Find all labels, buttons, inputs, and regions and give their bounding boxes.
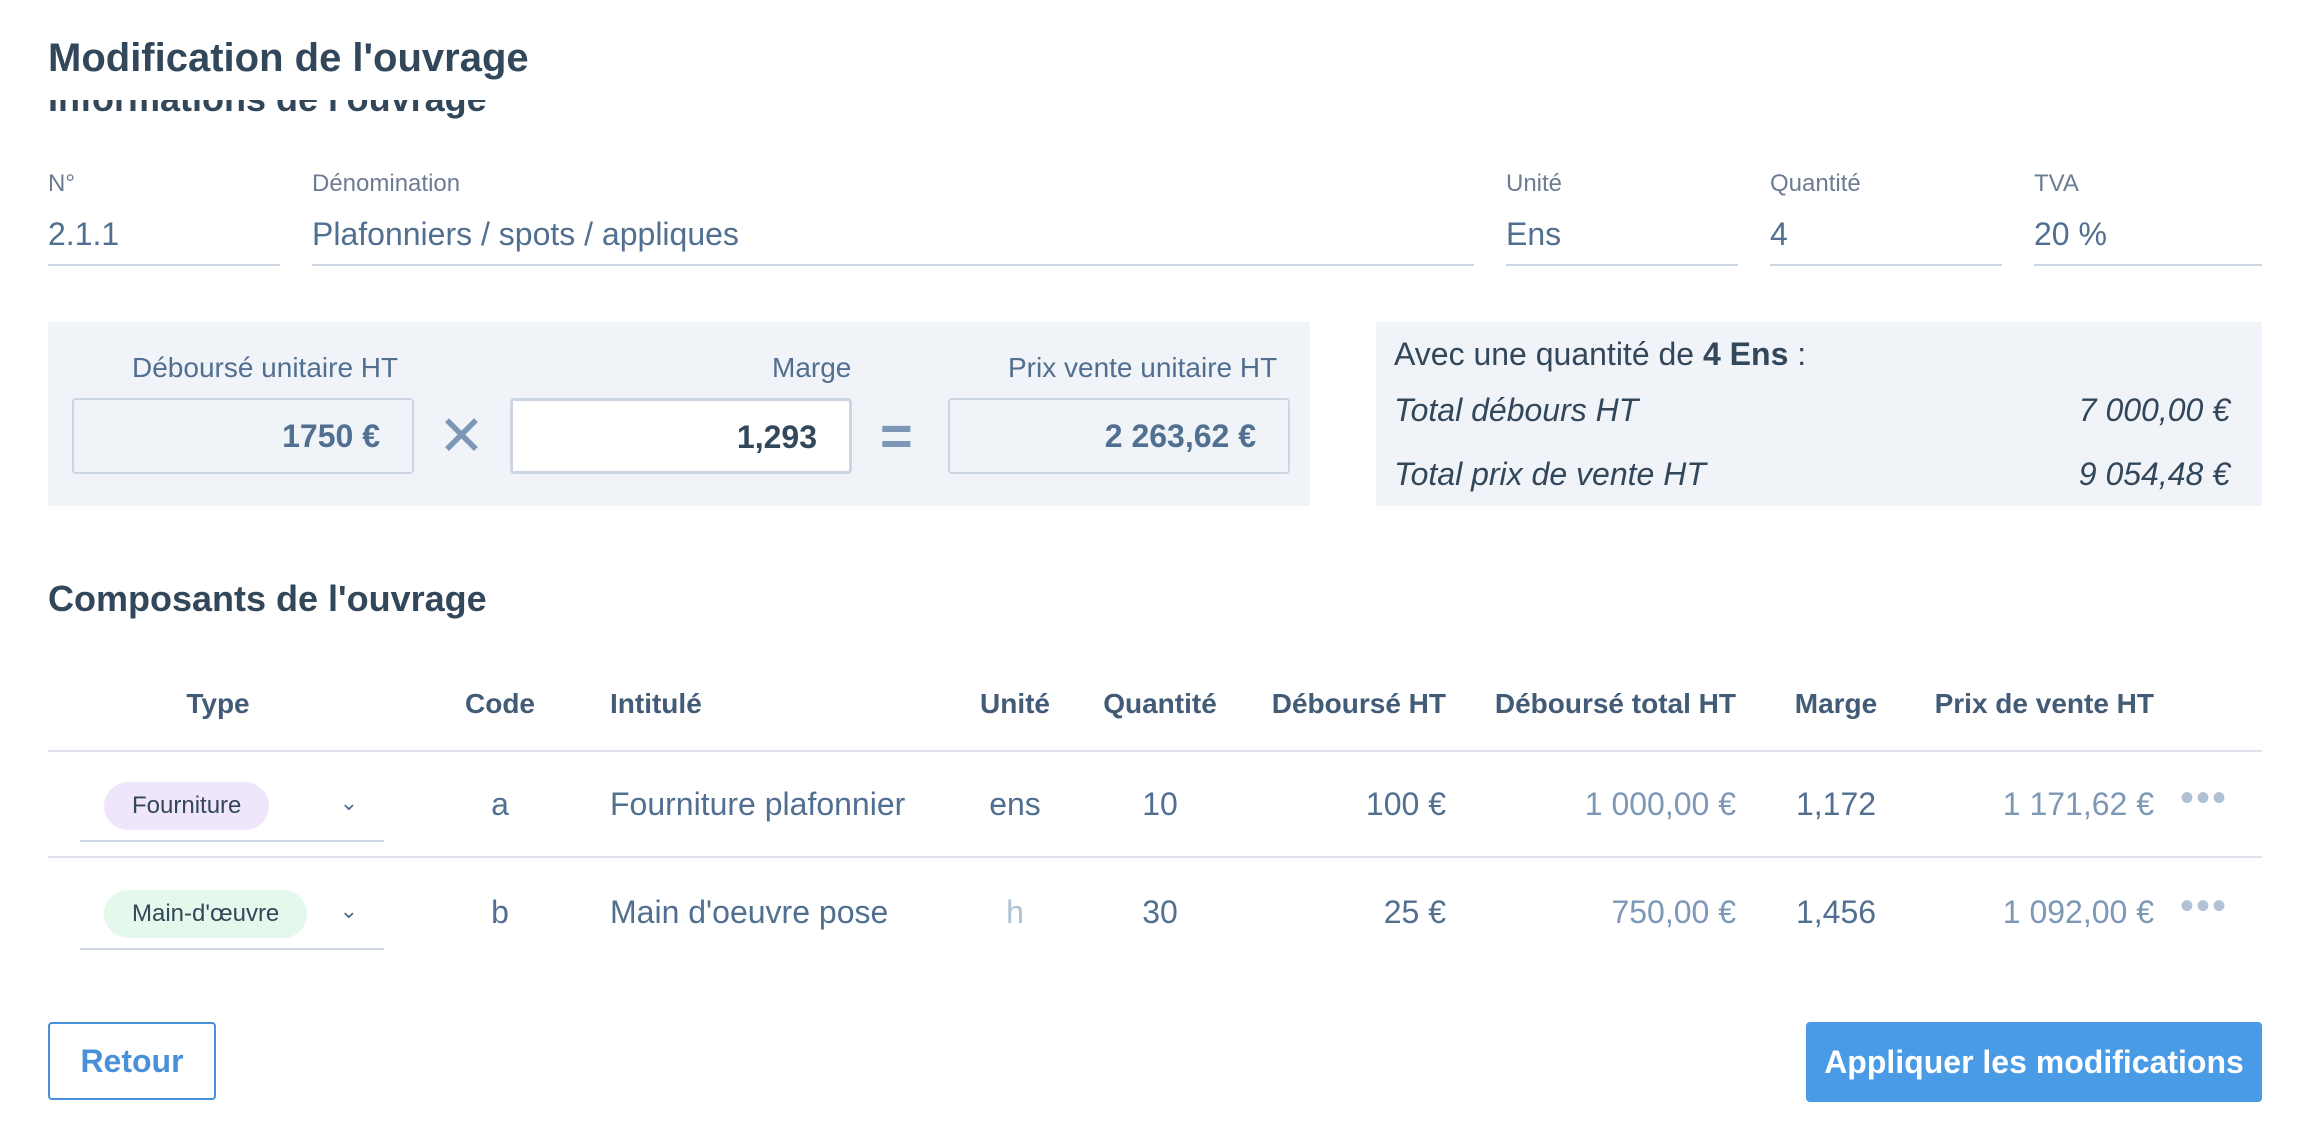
col-header-quantite: Quantité xyxy=(1090,688,1230,720)
col-header-prix-text: Prix de vente HT xyxy=(1934,688,2154,719)
row-divider xyxy=(48,856,2262,858)
type-badge-main-oeuvre: Main-d'œuvre xyxy=(104,890,308,938)
chevron-down-icon: ⌄ xyxy=(339,898,358,923)
section-title-components: Composants de l'ouvrage xyxy=(48,578,487,619)
back-button[interactable]: Retour xyxy=(48,1022,216,1100)
cell-code: a xyxy=(491,786,509,822)
quantity-summary: Avec une quantité de 4 Ens : Total débou… xyxy=(1376,322,2262,506)
qty-input[interactable]: 4 xyxy=(1770,214,2002,266)
col-header-marge: Marge xyxy=(1770,688,1902,720)
tva-select[interactable]: 20 % xyxy=(2034,214,2262,266)
total-debours-value: 7 000,00 € xyxy=(2078,392,2230,428)
col-header-debourse: Déboursé HT xyxy=(1240,688,1446,720)
total-prix-row: Total prix de vente HT 9 054,48 € xyxy=(1394,456,2230,493)
col-header-quantite-text: Quantité xyxy=(1103,688,1217,719)
modal-body[interactable]: Informations de l'ouvrage N° 2.1.1 Dénom… xyxy=(0,100,2298,1000)
cell-prix: 1 092,00 € xyxy=(2002,894,2154,930)
section-title-info: Informations de l'ouvrage xyxy=(48,100,487,120)
denom-input[interactable]: Plafonniers / spots / appliques xyxy=(312,214,1474,266)
cell-intitule[interactable]: Fourniture plafonnier xyxy=(610,786,905,823)
qty-label: Quantité xyxy=(1770,170,1861,197)
col-header-unite: Unité xyxy=(960,688,1070,720)
summary-intro: Avec une quantité de 4 Ens : xyxy=(1394,336,1806,373)
denom-field[interactable]: Dénomination Plafonniers / spots / appli… xyxy=(312,170,1474,270)
cell-quantite[interactable]: 10 xyxy=(1090,786,1230,823)
col-header-debourse-total-text: Déboursé total HT xyxy=(1494,688,1736,719)
total-debours-row: Total débours HT 7 000,00 € xyxy=(1394,392,2230,429)
tva-field[interactable]: TVA 20 % xyxy=(2034,170,2262,270)
cell-code: b xyxy=(491,894,509,930)
apply-changes-button[interactable]: Appliquer les modifications xyxy=(1806,1022,2262,1102)
col-header-unite-text: Unité xyxy=(980,688,1050,719)
cell-debourse[interactable]: 100 € xyxy=(1240,786,1446,823)
num-field[interactable]: N° 2.1.1 xyxy=(48,170,280,270)
tva-label: TVA xyxy=(2034,170,2079,197)
col-header-intitule: Intitulé xyxy=(610,688,702,719)
unit-field[interactable]: Unité Ens xyxy=(1506,170,1738,270)
col-header-debourse-total: Déboursé total HT xyxy=(1460,688,1736,720)
summary-intro-suffix: : xyxy=(1797,336,1807,372)
price-calculator: Déboursé unitaire HT 1750 € ✕ Marge 1,29… xyxy=(48,322,1310,506)
cell-marge[interactable]: 1,172 xyxy=(1770,786,1902,823)
multiply-icon: ✕ xyxy=(438,404,485,467)
more-options-icon[interactable]: ••• xyxy=(2180,778,2228,818)
col-header-code: Code xyxy=(440,688,560,720)
type-select[interactable]: Fourniture ⌄ xyxy=(80,776,384,842)
cell-prix: 1 171,62 € xyxy=(2002,786,2154,822)
prix-input: 2 263,62 € xyxy=(948,398,1290,474)
col-header-marge-text: Marge xyxy=(1794,688,1878,719)
cell-debourse-total: 750,00 € xyxy=(1611,894,1736,930)
debourse-input: 1750 € xyxy=(72,398,414,474)
marge-input[interactable]: 1,293 xyxy=(510,398,852,474)
denom-label: Dénomination xyxy=(312,170,461,197)
debourse-label: Déboursé unitaire HT xyxy=(132,352,399,383)
total-prix-value: 9 054,48 € xyxy=(2078,456,2230,492)
col-header-type-text: Type xyxy=(186,688,250,719)
table-divider xyxy=(48,750,2262,752)
total-debours-label: Total débours HT xyxy=(1394,392,1639,428)
cell-intitule[interactable]: Main d'oeuvre pose xyxy=(610,894,888,931)
col-header-prix: Prix de vente HT xyxy=(1920,688,2154,720)
marge-label: Marge xyxy=(772,352,852,383)
cell-marge[interactable]: 1,456 xyxy=(1770,894,1902,931)
unit-label: Unité xyxy=(1506,170,1563,197)
col-header-debourse-text: Déboursé HT xyxy=(1271,688,1446,719)
prix-label: Prix vente unitaire HT xyxy=(1008,352,1278,383)
total-prix-label: Total prix de vente HT xyxy=(1394,456,1706,492)
more-options-icon[interactable]: ••• xyxy=(2180,886,2228,926)
cell-unite[interactable]: h xyxy=(960,894,1070,931)
modal-title: Modification de l'ouvrage xyxy=(48,36,529,80)
unit-input[interactable]: Ens xyxy=(1506,214,1738,266)
cell-quantite[interactable]: 30 xyxy=(1090,894,1230,931)
num-input[interactable]: 2.1.1 xyxy=(48,214,280,266)
chevron-down-icon: ⌄ xyxy=(339,790,358,815)
summary-intro-qty: 4 Ens xyxy=(1702,336,1789,372)
cell-debourse[interactable]: 25 € xyxy=(1240,894,1446,931)
type-select[interactable]: Main-d'œuvre ⌄ xyxy=(80,884,384,950)
num-label: N° xyxy=(48,170,75,197)
modal: Modification de l'ouvrage Informations d… xyxy=(0,0,2298,1128)
cell-debourse-total: 1 000,00 € xyxy=(1584,786,1736,822)
type-badge-fourniture: Fourniture xyxy=(104,782,270,830)
qty-field[interactable]: Quantité 4 xyxy=(1770,170,2002,270)
cell-unite[interactable]: ens xyxy=(960,786,1070,823)
equals-icon: = xyxy=(880,404,913,467)
summary-intro-prefix: Avec une quantité de xyxy=(1394,336,1695,372)
col-header-code-text: Code xyxy=(465,688,535,719)
col-header-type: Type xyxy=(148,688,288,720)
